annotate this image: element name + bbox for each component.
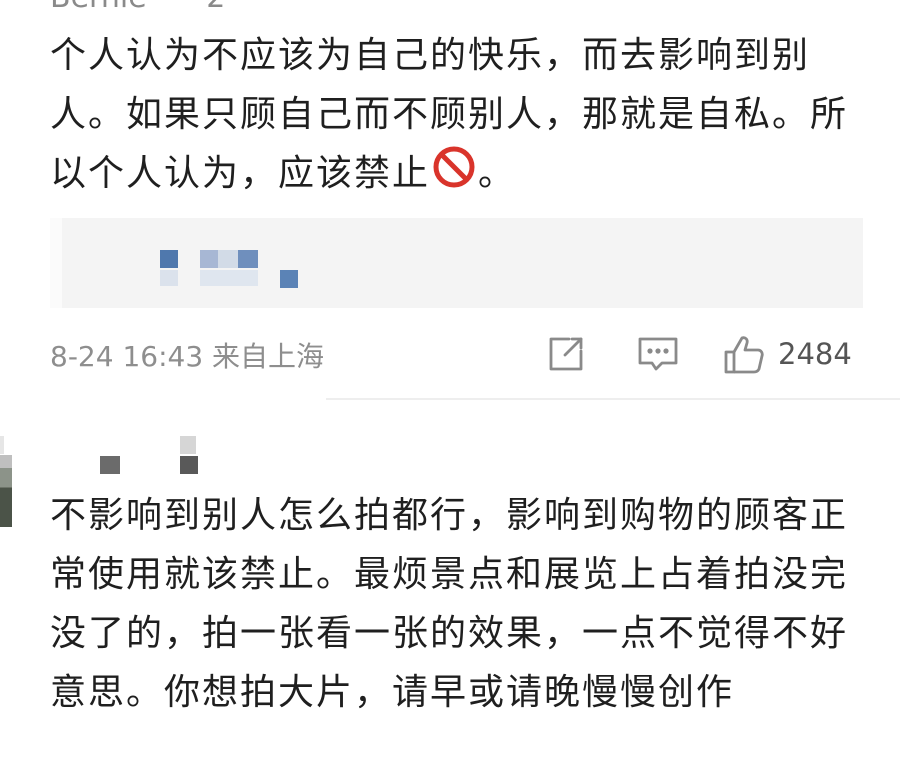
- comment-meta: 8-24 16:43 来自上海: [50, 340, 325, 373]
- comment-thread: Bernie 2 个人认为不应该为自己的快乐，而去影响到别人。如果只顾自己而不顾…: [0, 0, 900, 770]
- reply-button[interactable]: [636, 332, 680, 376]
- comment-text-end: 。: [478, 153, 517, 194]
- left-edge-mark: [0, 436, 4, 454]
- comment-body-2: 不影响到别人怎么拍都行，影响到购物的顾客正常使用就该禁止。最烦景点和展览上占着拍…: [50, 495, 849, 713]
- like-button[interactable]: 2484: [722, 332, 852, 376]
- prohibited-icon: [432, 145, 476, 189]
- share-button[interactable]: [545, 332, 587, 376]
- blurred-username-2[interactable]: [96, 436, 216, 476]
- comment-icon: [638, 337, 678, 371]
- share-icon: [549, 337, 583, 371]
- avatar[interactable]: [0, 455, 12, 527]
- like-count: 2484: [778, 337, 852, 371]
- comment-divider: [326, 398, 900, 400]
- nested-reply-preview[interactable]: [50, 218, 863, 308]
- thumbs-up-icon: [724, 336, 764, 374]
- comment-body: 个人认为不应该为自己的快乐，而去影响到别人。如果只顾自己而不顾别人，那就是自私。…: [50, 26, 870, 203]
- user-badge: 2: [206, 0, 225, 15]
- username-partial[interactable]: Bernie: [50, 0, 147, 15]
- blurred-username: [50, 218, 863, 308]
- top-username[interactable]: Bernie 2: [50, 0, 225, 15]
